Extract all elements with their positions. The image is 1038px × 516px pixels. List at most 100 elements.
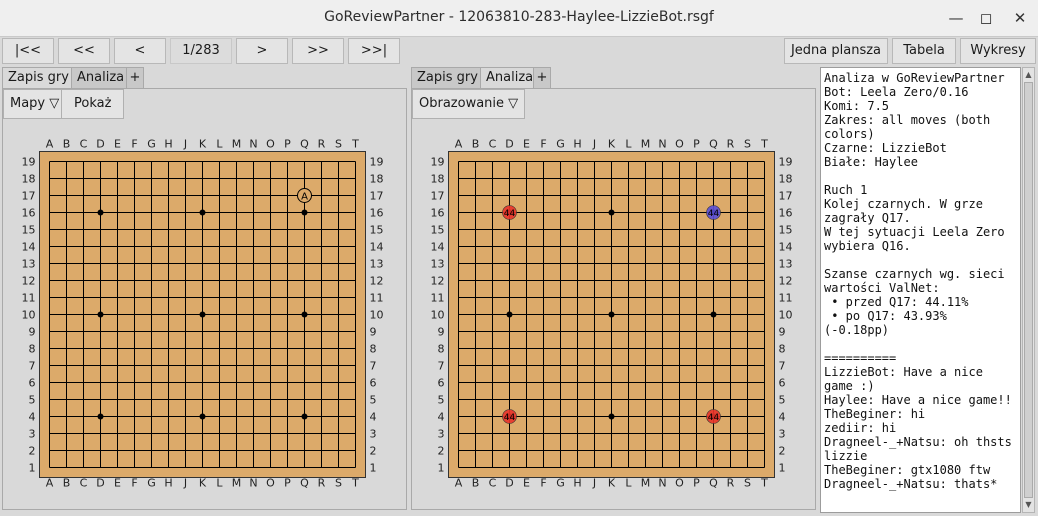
- column-label: A: [455, 138, 463, 151]
- column-label: J: [183, 477, 187, 490]
- row-label: 12: [779, 275, 793, 288]
- column-label: B: [63, 138, 71, 151]
- scroll-up-icon[interactable]: ▲: [1023, 69, 1034, 81]
- row-label: 13: [22, 258, 36, 271]
- go-board-right[interactable]: AABBCCDDEEFFGGHHJJKKLLMMNNOOPPQQRRSSTT19…: [409, 130, 817, 500]
- column-label: R: [727, 138, 735, 151]
- column-label: Q: [300, 477, 309, 490]
- candidate-move-label: 44: [708, 413, 720, 423]
- maximize-icon[interactable]: ◻: [976, 8, 996, 28]
- display-mode-dropdown[interactable]: Obrazowanie ▽: [412, 89, 526, 119]
- row-label: 7: [779, 360, 786, 373]
- tab-game-record-left[interactable]: Zapis gry: [2, 67, 75, 88]
- column-label: G: [147, 138, 156, 151]
- row-label: 8: [779, 343, 786, 356]
- row-label: 9: [370, 326, 377, 339]
- row-label: 2: [438, 445, 445, 458]
- column-label: R: [318, 138, 326, 151]
- tab-analysis-left[interactable]: Analiza: [71, 67, 131, 88]
- add-tab-button-left[interactable]: +: [126, 67, 144, 88]
- column-label: S: [744, 138, 751, 151]
- row-label: 16: [431, 207, 445, 220]
- back-10-button[interactable]: <<: [58, 38, 110, 64]
- row-label: 16: [370, 207, 384, 220]
- table-button[interactable]: Tabela: [892, 38, 956, 64]
- column-label: K: [608, 477, 616, 490]
- row-label: 10: [779, 309, 793, 322]
- next-move-button[interactable]: >: [236, 38, 288, 64]
- row-label: 2: [779, 445, 786, 458]
- column-label: F: [131, 477, 137, 490]
- row-label: 4: [438, 411, 445, 424]
- previous-move-button[interactable]: <: [114, 38, 166, 64]
- star-point: [608, 413, 615, 420]
- column-label: K: [199, 138, 207, 151]
- row-label: 15: [431, 224, 445, 237]
- row-label: 10: [22, 309, 36, 322]
- column-label: H: [164, 477, 172, 490]
- candidate-move-label: 44: [504, 413, 516, 423]
- row-label: 10: [431, 309, 445, 322]
- add-tab-button-right[interactable]: +: [533, 67, 551, 88]
- column-label: T: [760, 138, 768, 151]
- row-label: 14: [22, 241, 36, 254]
- row-label: 10: [370, 309, 384, 322]
- scroll-down-icon[interactable]: ▼: [1023, 499, 1034, 511]
- go-board-left[interactable]: AABBCCDDEEFFGGHHJJKKLLMMNNOOPPQQRRSSTT19…: [0, 130, 408, 500]
- row-label: 11: [779, 292, 793, 305]
- star-point: [97, 311, 104, 318]
- star-point: [97, 413, 104, 420]
- column-label: C: [489, 477, 497, 490]
- column-label: B: [472, 477, 480, 490]
- column-label: P: [284, 138, 291, 151]
- last-move-button[interactable]: >>|: [348, 38, 400, 64]
- tab-analysis-right[interactable]: Analiza: [480, 67, 540, 88]
- row-label: 4: [779, 411, 786, 424]
- row-label: 5: [779, 394, 786, 407]
- row-label: 13: [370, 258, 384, 271]
- show-button[interactable]: Pokaż: [61, 89, 125, 119]
- row-label: 4: [29, 411, 36, 424]
- row-label: 16: [779, 207, 793, 220]
- column-label: O: [675, 138, 684, 151]
- row-label: 19: [22, 156, 36, 169]
- row-label: 11: [370, 292, 384, 305]
- row-label: 15: [779, 224, 793, 237]
- column-label: M: [232, 138, 242, 151]
- column-label: A: [46, 138, 54, 151]
- column-label: D: [96, 477, 104, 490]
- scrollbar-thumb[interactable]: [1024, 82, 1033, 498]
- column-label: C: [80, 477, 88, 490]
- maps-dropdown[interactable]: Mapy ▽: [3, 89, 67, 119]
- column-label: T: [760, 477, 768, 490]
- column-label: Q: [709, 477, 718, 490]
- column-label: T: [351, 477, 359, 490]
- single-board-button[interactable]: Jedna plansza: [784, 38, 888, 64]
- minimize-icon[interactable]: —: [946, 8, 966, 28]
- row-label: 5: [438, 394, 445, 407]
- row-label: 2: [370, 445, 377, 458]
- row-label: 7: [438, 360, 445, 373]
- forward-10-button[interactable]: >>: [292, 38, 344, 64]
- row-label: 14: [370, 241, 384, 254]
- column-label: Q: [300, 138, 309, 151]
- tab-game-record-right[interactable]: Zapis gry: [411, 67, 484, 88]
- column-label: N: [658, 138, 666, 151]
- column-label: M: [232, 477, 242, 490]
- star-point: [506, 311, 513, 318]
- charts-button[interactable]: Wykresy: [960, 38, 1036, 64]
- column-label: G: [147, 477, 156, 490]
- row-label: 1: [370, 462, 377, 475]
- close-icon[interactable]: ✕: [1010, 8, 1030, 28]
- row-label: 9: [29, 326, 36, 339]
- row-label: 16: [22, 207, 36, 220]
- row-label: 11: [431, 292, 445, 305]
- first-move-button[interactable]: |<<: [2, 38, 54, 64]
- row-label: 3: [779, 428, 786, 441]
- row-label: 15: [370, 224, 384, 237]
- row-label: 13: [431, 258, 445, 271]
- analysis-text-panel[interactable]: Analiza w GoReviewPartner Bot: Leela Zer…: [820, 67, 1021, 513]
- row-label: 3: [438, 428, 445, 441]
- text-scrollbar[interactable]: ▲ ▼: [1022, 67, 1035, 513]
- column-label: D: [96, 138, 104, 151]
